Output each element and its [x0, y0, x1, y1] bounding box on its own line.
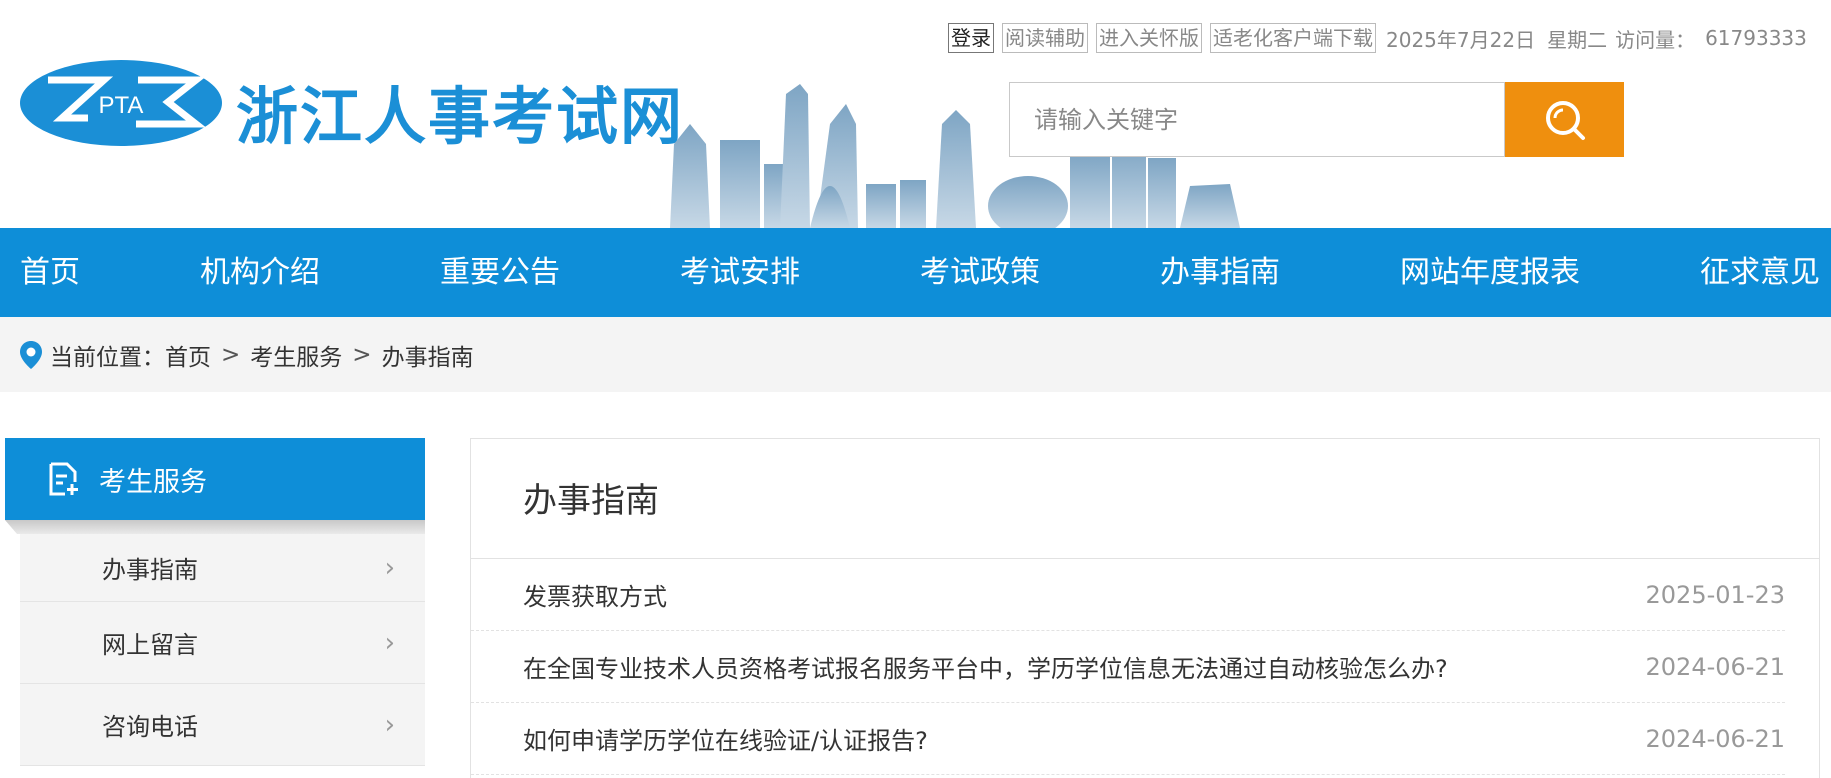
current-weekday: 星期二: [1547, 27, 1608, 52]
site-header: PTA 浙江人事考试网 登录 阅读辅助 进入关怀版 适老化客户端下载 2025年…: [0, 0, 1831, 228]
list-item[interactable]: 发票获取方式 2025-01-23: [471, 559, 1785, 631]
breadcrumb-candidate-services[interactable]: 考生服务: [250, 338, 342, 372]
breadcrumb-label: 当前位置：: [50, 344, 165, 371]
visits-label: 访问量：: [1615, 27, 1696, 52]
breadcrumb-home[interactable]: 首页: [165, 338, 211, 372]
breadcrumb-separator: >: [352, 341, 372, 368]
nav-announcements[interactable]: 重要公告: [440, 228, 560, 317]
list-item-date: 2025-01-23: [1645, 580, 1785, 609]
breadcrumb-guide[interactable]: 办事指南: [382, 338, 474, 372]
page-title: 办事指南: [471, 439, 1819, 559]
reading-aid-link[interactable]: 阅读辅助: [1002, 23, 1088, 53]
care-mode-link[interactable]: 进入关怀版: [1096, 23, 1202, 53]
search-icon: [1545, 100, 1585, 140]
document-icon: [49, 462, 78, 496]
chevron-right-icon: ›: [384, 709, 395, 740]
sidebar-item-guide[interactable]: 办事指南 ›: [20, 534, 425, 602]
sidebar-item-hotline[interactable]: 咨询电话 ›: [20, 684, 425, 766]
logo-text: PTA: [99, 92, 144, 119]
visits-count: 61793333: [1705, 26, 1807, 50]
search-box: [1009, 82, 1505, 157]
list-item-title[interactable]: 在全国专业技术人员资格考试报名服务平台中，学历学位信息无法通过自动核验怎么办?: [523, 649, 1448, 684]
sidebar-title: 考生服务: [99, 466, 207, 498]
search-button[interactable]: [1505, 82, 1624, 157]
sidebar-item-label: 办事指南: [102, 556, 198, 584]
nav-home[interactable]: 首页: [20, 228, 80, 317]
list-item[interactable]: 在全国专业技术人员资格考试报名服务平台中，学历学位信息无法通过自动核验怎么办? …: [471, 631, 1785, 703]
elderly-client-download-link[interactable]: 适老化客户端下载: [1210, 23, 1376, 53]
list-item-date: 2024-06-21: [1645, 724, 1785, 753]
chevron-right-icon: ›: [384, 552, 395, 583]
sidebar-item-label: 网上留言: [102, 631, 198, 659]
list-item-date: 2024-06-21: [1645, 652, 1785, 681]
location-pin-icon: [20, 340, 42, 369]
chevron-right-icon: ›: [384, 627, 395, 658]
sidebar-item-label: 咨询电话: [102, 713, 198, 741]
sidebar-header: 考生服务: [5, 438, 425, 520]
nav-guide[interactable]: 办事指南: [1160, 228, 1280, 317]
nav-about[interactable]: 机构介绍: [200, 228, 320, 317]
search-input[interactable]: [1010, 83, 1504, 156]
breadcrumb-separator: >: [221, 341, 241, 368]
list-item[interactable]: 如何申请学历学位在线验证/认证报告? 2024-06-21: [471, 703, 1785, 775]
main-nav: 首页 机构介绍 重要公告 考试安排 考试政策 办事指南 网站年度报表 征求意见: [0, 228, 1831, 317]
content-panel: 办事指南 发票获取方式 2025-01-23 在全国专业技术人员资格考试报名服务…: [470, 438, 1820, 778]
sidebar-list: 办事指南 › 网上留言 › 咨询电话 ›: [20, 520, 425, 766]
nav-feedback[interactable]: 征求意见: [1700, 228, 1820, 317]
list-item-title[interactable]: 如何申请学历学位在线验证/认证报告?: [523, 721, 928, 756]
nav-exam-schedule[interactable]: 考试安排: [680, 228, 800, 317]
list-item-title[interactable]: 发票获取方式: [523, 577, 667, 612]
pta-logo[interactable]: PTA: [18, 58, 224, 148]
current-date: 2025年7月22日: [1386, 27, 1536, 52]
top-links: 登录 阅读辅助 进入关怀版 适老化客户端下载 2025年7月22日 星期二 访问…: [948, 22, 1807, 54]
site-title: 浙江人事考试网: [236, 80, 685, 153]
nav-exam-policy[interactable]: 考试政策: [920, 228, 1040, 317]
nav-annual-report[interactable]: 网站年度报表: [1400, 228, 1580, 317]
sidebar-item-message[interactable]: 网上留言 ›: [20, 602, 425, 684]
login-link[interactable]: 登录: [948, 23, 994, 53]
breadcrumb: 当前位置： 首页 > 考生服务 > 办事指南: [0, 317, 1831, 392]
